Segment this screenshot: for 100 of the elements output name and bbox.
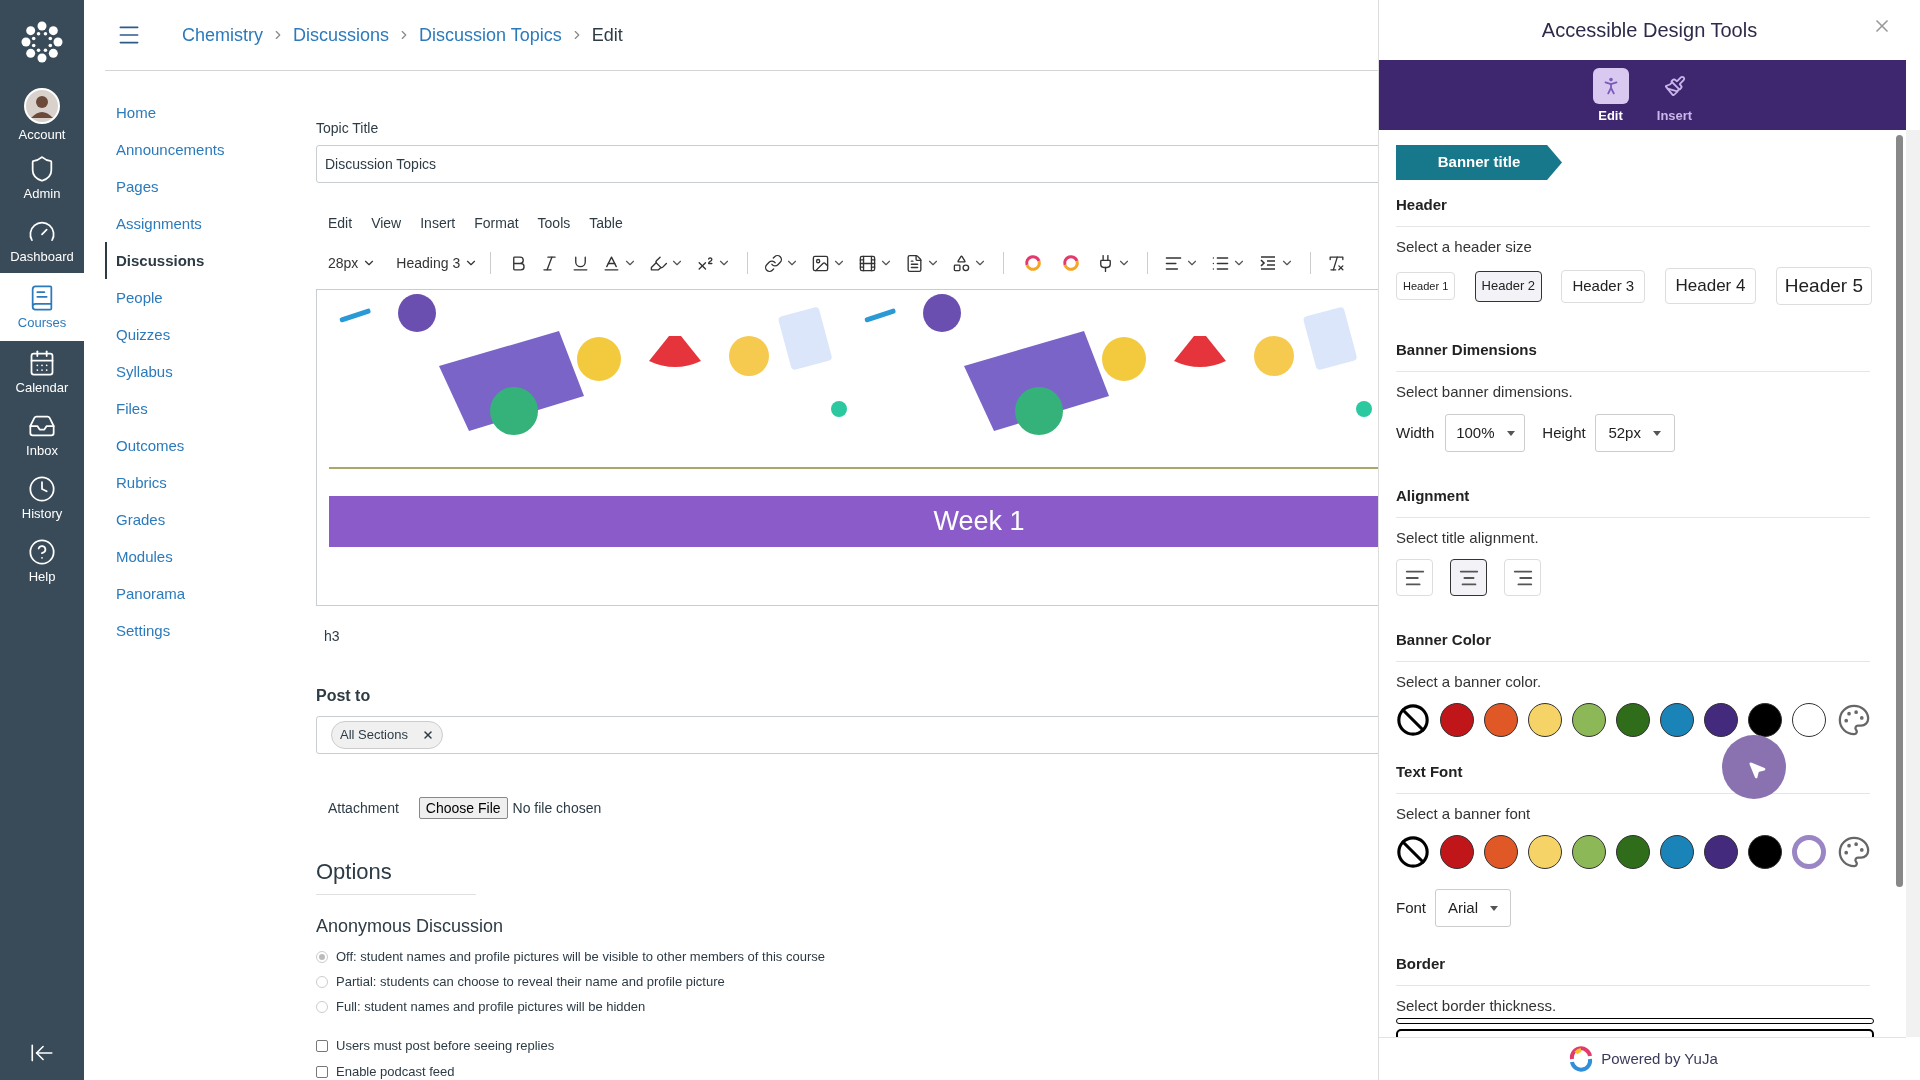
header-size-button[interactable]: Header 3: [1561, 269, 1646, 303]
panel-tab[interactable]: Insert: [1650, 68, 1699, 130]
logo-icon[interactable]: [20, 20, 64, 64]
color-swatch[interactable]: [1572, 835, 1606, 869]
block-format-select[interactable]: Heading 3: [396, 252, 479, 274]
color-swatch[interactable]: [1484, 835, 1518, 869]
radio-label: Partial: students can choose to reveal their name and profile picture: [336, 972, 725, 991]
border-thickness-option[interactable]: [1396, 1018, 1874, 1024]
nav-item[interactable]: Dashboard: [0, 210, 84, 273]
menu-item[interactable]: Tools: [537, 213, 571, 234]
title-field[interactable]: Discussion Topics: [316, 145, 1378, 183]
section-label: Post to: [316, 686, 372, 706]
week-banner: Week 1: [329, 496, 1378, 547]
color-swatch[interactable]: [1616, 835, 1650, 869]
checkbox[interactable]: [316, 1040, 328, 1052]
nav-item[interactable]: Help: [0, 530, 84, 593]
color-swatch[interactable]: [1792, 835, 1826, 869]
course-nav-link[interactable]: Quizzes: [105, 316, 300, 353]
course-nav-link[interactable]: Rubrics: [105, 464, 300, 501]
remove-icon[interactable]: [421, 729, 434, 741]
color-swatch[interactable]: [1440, 835, 1474, 869]
section-prompt: Select border thickness.: [1396, 996, 1558, 1016]
color-swatch[interactable]: [1704, 835, 1738, 869]
course-nav-link[interactable]: Announcements: [105, 131, 300, 168]
palette-icon[interactable]: [1837, 703, 1871, 737]
checkbox[interactable]: [316, 1066, 328, 1078]
nav-item[interactable]: Account: [0, 84, 84, 147]
width-select[interactable]: 100%: [1445, 414, 1526, 452]
color-swatch[interactable]: [1528, 835, 1562, 869]
color-swatch[interactable]: [1792, 703, 1826, 737]
course-nav-link[interactable]: Syllabus: [105, 353, 300, 390]
course-nav-link[interactable]: Panorama: [105, 575, 300, 612]
breadcrumb-link[interactable]: Discussion Topics: [419, 21, 562, 49]
menu-item[interactable]: Format: [474, 213, 519, 234]
menu-item[interactable]: Insert: [420, 213, 456, 234]
choose-file-button[interactable]: Choose File: [418, 797, 508, 819]
link-icon[interactable]: [764, 253, 784, 273]
shapes-icon[interactable]: [952, 253, 972, 273]
course-nav-link[interactable]: Home: [105, 94, 300, 131]
course-nav-link[interactable]: Modules: [105, 538, 300, 575]
course-nav-link[interactable]: Files: [105, 390, 300, 427]
no-color-icon[interactable]: [1396, 703, 1430, 737]
course-nav-link[interactable]: Settings: [105, 612, 300, 649]
color-swatch[interactable]: [1748, 835, 1782, 869]
nav-item[interactable]: History: [0, 467, 84, 530]
menu-item[interactable]: Edit: [328, 213, 353, 234]
header-size-button[interactable]: Header 4: [1664, 268, 1757, 304]
swirl-icon[interactable]: [1023, 253, 1044, 273]
field-label: Topic Title: [316, 120, 380, 136]
section-chip[interactable]: All Sections: [331, 721, 443, 749]
color-swatch[interactable]: [1616, 703, 1650, 737]
breadcrumb-link[interactable]: Edit: [591, 21, 623, 49]
section-heading: Banner Dimensions: [1396, 340, 1537, 360]
media-icon[interactable]: [858, 253, 878, 273]
menu-item[interactable]: Table: [589, 213, 623, 234]
course-nav-link[interactable]: Discussions: [105, 242, 300, 279]
field-label: Width: [1396, 422, 1435, 443]
color-swatch[interactable]: [1572, 703, 1606, 737]
course-nav-link[interactable]: Outcomes: [105, 427, 300, 464]
header-size-button[interactable]: Header 1: [1396, 272, 1456, 300]
panel-tab[interactable]: Edit: [1586, 68, 1635, 130]
header-size-button[interactable]: Header 5: [1775, 267, 1872, 305]
color-swatch[interactable]: [1440, 703, 1474, 737]
checkbox-label: Enable podcast feed: [336, 1063, 455, 1080]
course-nav-link[interactable]: People: [105, 279, 300, 316]
color-swatch[interactable]: [1660, 703, 1694, 737]
element-path: h3: [324, 627, 341, 646]
swirl-icon[interactable]: [1061, 253, 1082, 273]
course-nav-link[interactable]: Grades: [105, 501, 300, 538]
nav-label: Courses: [17, 314, 67, 331]
color-swatch[interactable]: [1748, 703, 1782, 737]
breadcrumb-link[interactable]: Chemistry: [182, 21, 263, 49]
nav-item[interactable]: Inbox: [0, 404, 84, 467]
font-select[interactable]: Arial: [1435, 889, 1511, 927]
height-select[interactable]: 52px: [1594, 414, 1675, 452]
clear-format-icon[interactable]: [1327, 253, 1347, 273]
options-heading: Options: [316, 855, 476, 895]
calendar-icon: [28, 349, 56, 377]
header-size-button[interactable]: Header 2: [1474, 270, 1543, 302]
color-swatch[interactable]: [1704, 703, 1738, 737]
color-swatch[interactable]: [1484, 703, 1518, 737]
field-label: Height: [1542, 422, 1586, 443]
checkbox-label: Users must post before seeing replies: [336, 1037, 555, 1056]
scrollbar-thumb[interactable]: [1895, 135, 1903, 887]
menu-item[interactable]: View: [371, 213, 402, 234]
nav-item[interactable]: Calendar: [0, 341, 84, 404]
course-nav-link[interactable]: Assignments: [105, 205, 300, 242]
palette-icon[interactable]: [1837, 835, 1871, 869]
nav-item[interactable]: Admin: [0, 147, 84, 210]
alignment-button[interactable]: [1450, 559, 1487, 596]
document-icon[interactable]: [905, 253, 925, 273]
nav-item[interactable]: Courses: [0, 273, 84, 341]
course-nav-link[interactable]: Pages: [105, 168, 300, 205]
font-size-select[interactable]: 28px: [328, 252, 377, 274]
image-icon[interactable]: [811, 253, 831, 273]
help-icon: [28, 538, 56, 566]
breadcrumb-link[interactable]: Discussions: [293, 21, 390, 49]
color-swatch[interactable]: [1660, 835, 1694, 869]
color-swatch[interactable]: [1528, 703, 1562, 737]
no-color-icon[interactable]: [1396, 835, 1430, 869]
